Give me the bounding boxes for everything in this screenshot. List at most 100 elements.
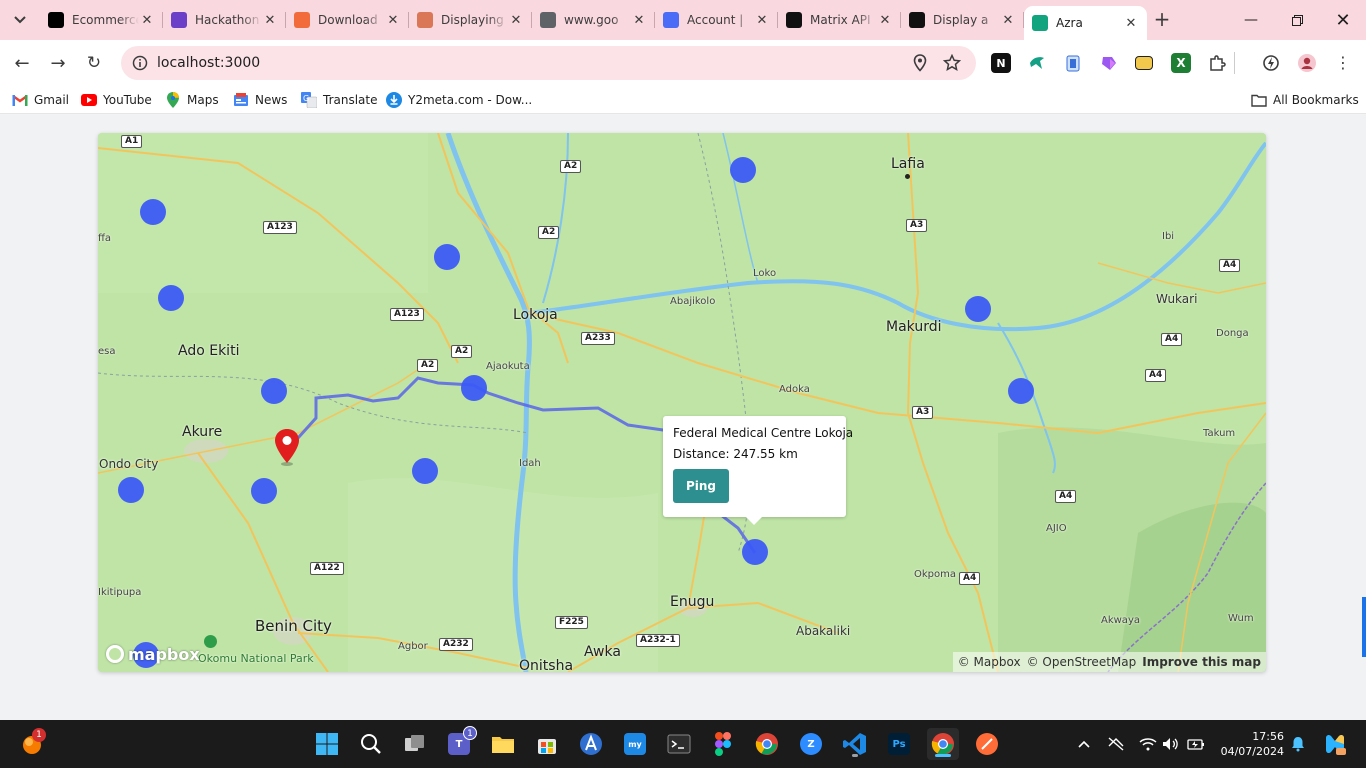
hospital-popup: Federal Medical Centre Lokoja Distance: … xyxy=(663,416,853,525)
tab-close-icon[interactable]: ✕ xyxy=(631,12,647,28)
hospital-marker[interactable] xyxy=(118,477,144,503)
minimize-icon: — xyxy=(1244,12,1258,28)
tab-close-icon[interactable]: ✕ xyxy=(1000,12,1016,28)
tab-close-icon[interactable]: ✕ xyxy=(508,12,524,28)
taskbar-clock[interactable]: 17:56 04/07/2024 xyxy=(1218,729,1284,759)
extensions-puzzle-icon[interactable] xyxy=(1207,53,1227,73)
taskbar-terminal[interactable] xyxy=(663,728,695,760)
tab-6[interactable]: Matrix API ✕ xyxy=(778,0,901,40)
notion-extension-icon[interactable]: N xyxy=(991,53,1011,73)
taskbar-chrome-active[interactable] xyxy=(927,728,959,760)
bookmark-news[interactable]: News xyxy=(233,92,287,108)
hospital-marker[interactable] xyxy=(730,157,756,183)
map-canvas[interactable]: Lafia Loko Ibi Wukari Donga Makurdi Taku… xyxy=(98,133,1266,672)
tab-0[interactable]: Ecommerce ✕ xyxy=(40,0,163,40)
tab-5[interactable]: Account | ✕ xyxy=(655,0,778,40)
road-shield: A232-1 xyxy=(636,634,680,647)
excel-extension-icon[interactable]: X xyxy=(1171,53,1191,73)
all-bookmarks-folder[interactable]: All Bookmarks xyxy=(1251,92,1359,108)
taskbar-store[interactable] xyxy=(531,728,563,760)
tray-notifications[interactable] xyxy=(1288,734,1308,754)
tab-7[interactable]: Display a ✕ xyxy=(901,0,1024,40)
road-shield: A233 xyxy=(581,332,615,345)
tray-volume[interactable] xyxy=(1161,734,1181,754)
menu-kebab-icon[interactable]: ⋮ xyxy=(1333,53,1353,73)
bird-extension-icon[interactable] xyxy=(1027,53,1047,73)
user-location-pin-icon[interactable] xyxy=(272,427,302,467)
back-button[interactable]: ← xyxy=(8,49,36,77)
hospital-marker[interactable] xyxy=(965,296,991,322)
taskbar-task-view[interactable] xyxy=(399,728,431,760)
tab-close-icon[interactable]: ✕ xyxy=(262,12,278,28)
taskbar-mysql[interactable]: my xyxy=(619,728,651,760)
new-tab-button[interactable]: + xyxy=(1150,8,1174,32)
reload-button[interactable]: ↻ xyxy=(80,49,108,77)
taskbar-teams[interactable]: T 1 xyxy=(443,726,477,760)
tab-4[interactable]: www.goo ✕ xyxy=(532,0,655,40)
hospital-marker[interactable] xyxy=(412,458,438,484)
taskbar-start[interactable] xyxy=(311,728,343,760)
tab-close-icon[interactable]: ✕ xyxy=(877,12,893,28)
tab-close-icon[interactable]: ✕ xyxy=(1123,15,1139,31)
road-shield: A3 xyxy=(906,219,928,232)
tray-copilot[interactable] xyxy=(1322,731,1348,757)
attribution-mapbox-link[interactable]: © Mapbox xyxy=(958,655,1021,669)
page-scroll-indicator[interactable] xyxy=(1362,597,1366,657)
taskbar-widget[interactable]: 1 xyxy=(16,728,48,760)
taskbar-chrome[interactable] xyxy=(751,728,783,760)
taskbar-zoom[interactable]: Z xyxy=(795,728,827,760)
bookmark-gmail[interactable]: Gmail xyxy=(12,92,69,108)
restore-button[interactable] xyxy=(1274,0,1320,40)
tab-close-icon[interactable]: ✕ xyxy=(754,12,770,28)
tray-wifi[interactable] xyxy=(1138,734,1158,754)
taskbar-search[interactable] xyxy=(355,728,387,760)
taskbar-file-explorer[interactable] xyxy=(487,728,519,760)
tray-overflow-chevron[interactable] xyxy=(1074,734,1094,754)
ping-button[interactable]: Ping xyxy=(673,469,729,503)
taskbar-app-a[interactable] xyxy=(575,728,607,760)
tab-3[interactable]: Displaying ✕ xyxy=(409,0,532,40)
tab-2[interactable]: Download ✕ xyxy=(286,0,409,40)
tab-search-button[interactable] xyxy=(7,7,33,33)
minimize-button[interactable]: — xyxy=(1228,0,1274,40)
display-icon xyxy=(909,12,925,28)
attribution-osm-link[interactable]: © OpenStreetMap xyxy=(1027,655,1137,669)
bookmark-translate[interactable]: G Translate xyxy=(301,92,378,108)
tray-battery[interactable] xyxy=(1186,734,1206,754)
taskbar-photoshop[interactable]: Ps xyxy=(883,728,915,760)
place-label: Lokoja xyxy=(513,307,558,323)
hospital-marker[interactable] xyxy=(461,375,487,401)
performance-icon[interactable] xyxy=(1261,53,1281,73)
hospital-marker[interactable] xyxy=(140,199,166,225)
hospital-marker[interactable] xyxy=(261,378,287,404)
tab-close-icon[interactable]: ✕ xyxy=(385,12,401,28)
mapbox-logo[interactable]: mapbox xyxy=(106,644,200,664)
taskbar-postman[interactable] xyxy=(971,728,1003,760)
site-info-icon[interactable] xyxy=(131,54,149,72)
url-text[interactable]: localhost:3000 xyxy=(157,55,260,71)
hospital-marker[interactable] xyxy=(158,285,184,311)
taskbar-figma[interactable] xyxy=(707,728,739,760)
forward-button[interactable]: → xyxy=(44,49,72,77)
gem-extension-icon[interactable] xyxy=(1099,53,1119,73)
hospital-marker[interactable] xyxy=(1008,378,1034,404)
bookmark-y2meta[interactable]: Y2meta.com - Dow... xyxy=(386,92,532,108)
bookmark-maps[interactable]: Maps xyxy=(165,92,219,108)
tab-1[interactable]: Hackathon ✕ xyxy=(163,0,286,40)
card-extension-icon[interactable] xyxy=(1135,56,1153,70)
hospital-marker[interactable] xyxy=(742,539,768,565)
location-icon[interactable] xyxy=(911,54,929,72)
taskbar-vscode[interactable] xyxy=(839,728,871,760)
address-bar[interactable]: localhost:3000 xyxy=(121,46,976,80)
tray-network-off[interactable] xyxy=(1106,734,1126,754)
document-extension-icon[interactable] xyxy=(1063,53,1083,73)
tab-close-icon[interactable]: ✕ xyxy=(139,12,155,28)
bookmark-star-icon[interactable] xyxy=(943,54,961,72)
tab-8[interactable]: Azra ✕ xyxy=(1024,6,1147,40)
close-window-button[interactable]: ✕ xyxy=(1320,0,1366,40)
bookmark-youtube[interactable]: YouTube xyxy=(81,92,152,108)
hospital-marker[interactable] xyxy=(251,478,277,504)
profile-avatar-icon[interactable] xyxy=(1297,53,1317,73)
improve-map-link[interactable]: Improve this map xyxy=(1142,655,1261,669)
hospital-marker[interactable] xyxy=(434,244,460,270)
